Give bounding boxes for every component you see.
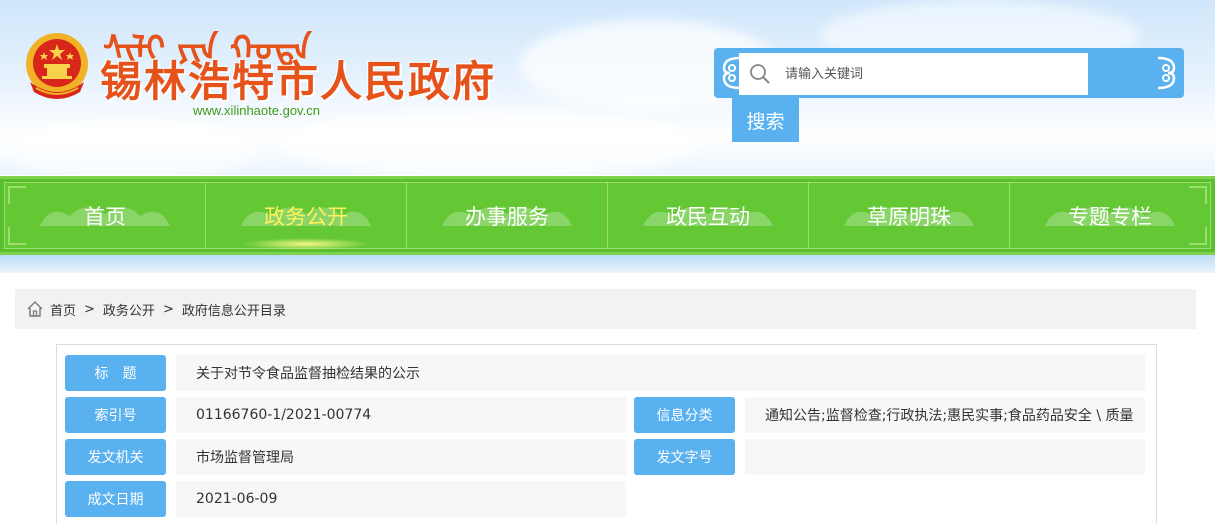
site-header: ᠰᠢᠯᠢ ᠶᠢᠨ ᠬᠣᠲᠠ 锡林浩特市人民政府 www.xilinhaote.g… [0,0,1215,175]
index-number-value: 01166760-1/2021-00774 [176,397,626,433]
site-title: 锡林浩特市人民政府 [100,57,497,106]
title-value: 关于对节令食品监督抽检结果的公示 [176,355,1145,391]
nav-shadow-band [0,255,1215,273]
doc-number-value [745,439,1145,475]
breadcrumb-item-home[interactable]: 首页 [50,300,76,319]
category-label: 信息分类 [634,397,735,433]
nav-item-label: 首页 [84,204,126,229]
cloud-decoration [280,110,700,175]
nav-item-government-affairs[interactable]: 政务公开 [206,183,407,248]
category-value: 通知公告;监督检查;行政执法;惠民实事;食品药品安全 \ 质量 [745,397,1145,433]
search-button[interactable]: 搜索 [732,98,799,142]
cloud-decoration [0,120,260,175]
index-number-label: 索引号 [65,397,166,433]
site-url[interactable]: www.xilinhaote.gov.cn [193,103,320,118]
issuer-value: 市场监督管理局 [176,439,626,475]
nav-item-home[interactable]: 首页 [5,183,206,248]
search-box [739,53,1088,95]
nav-item-label: 办事服务 [465,204,549,229]
nav-item-label: 政民互动 [666,204,750,229]
breadcrumb-item-info-catalog[interactable]: 政府信息公开目录 [182,300,286,319]
national-emblem-icon [26,33,88,99]
search-input[interactable] [785,53,1088,95]
ornament-icon [1157,56,1176,90]
nav-item-label: 专题专栏 [1068,204,1152,229]
date-value: 2021-06-09 [176,481,626,517]
home-icon [27,301,43,317]
title-label: 标 题 [65,355,166,391]
main-nav-inner: 首页 政务公开 办事服务 政民互动 草原明珠 专题专栏 [4,182,1211,249]
nav-item-label: 草原明珠 [867,204,951,229]
breadcrumb: 首页 > 政务公开 > 政府信息公开目录 [15,289,1196,329]
nav-item-label: 政务公开 [264,204,348,229]
main-nav: 首页 政务公开 办事服务 政民互动 草原明珠 专题专栏 [0,176,1215,255]
nav-item-services[interactable]: 办事服务 [407,183,608,248]
breadcrumb-separator: > [162,301,174,317]
nav-item-grassland-pearl[interactable]: 草原明珠 [809,183,1010,248]
search-icon [750,64,770,84]
issuer-label: 发文机关 [65,439,166,475]
doc-number-label: 发文字号 [634,439,735,475]
date-label: 成文日期 [65,481,166,517]
breadcrumb-separator: > [84,301,95,317]
breadcrumb-item-government-affairs[interactable]: 政务公开 [103,300,155,319]
document-info-panel: 标 题 关于对节令食品监督抽检结果的公示 索引号 01166760-1/2021… [56,344,1157,524]
nav-item-interaction[interactable]: 政民互动 [608,183,809,248]
nav-item-special-topics[interactable]: 专题专栏 [1010,183,1210,248]
